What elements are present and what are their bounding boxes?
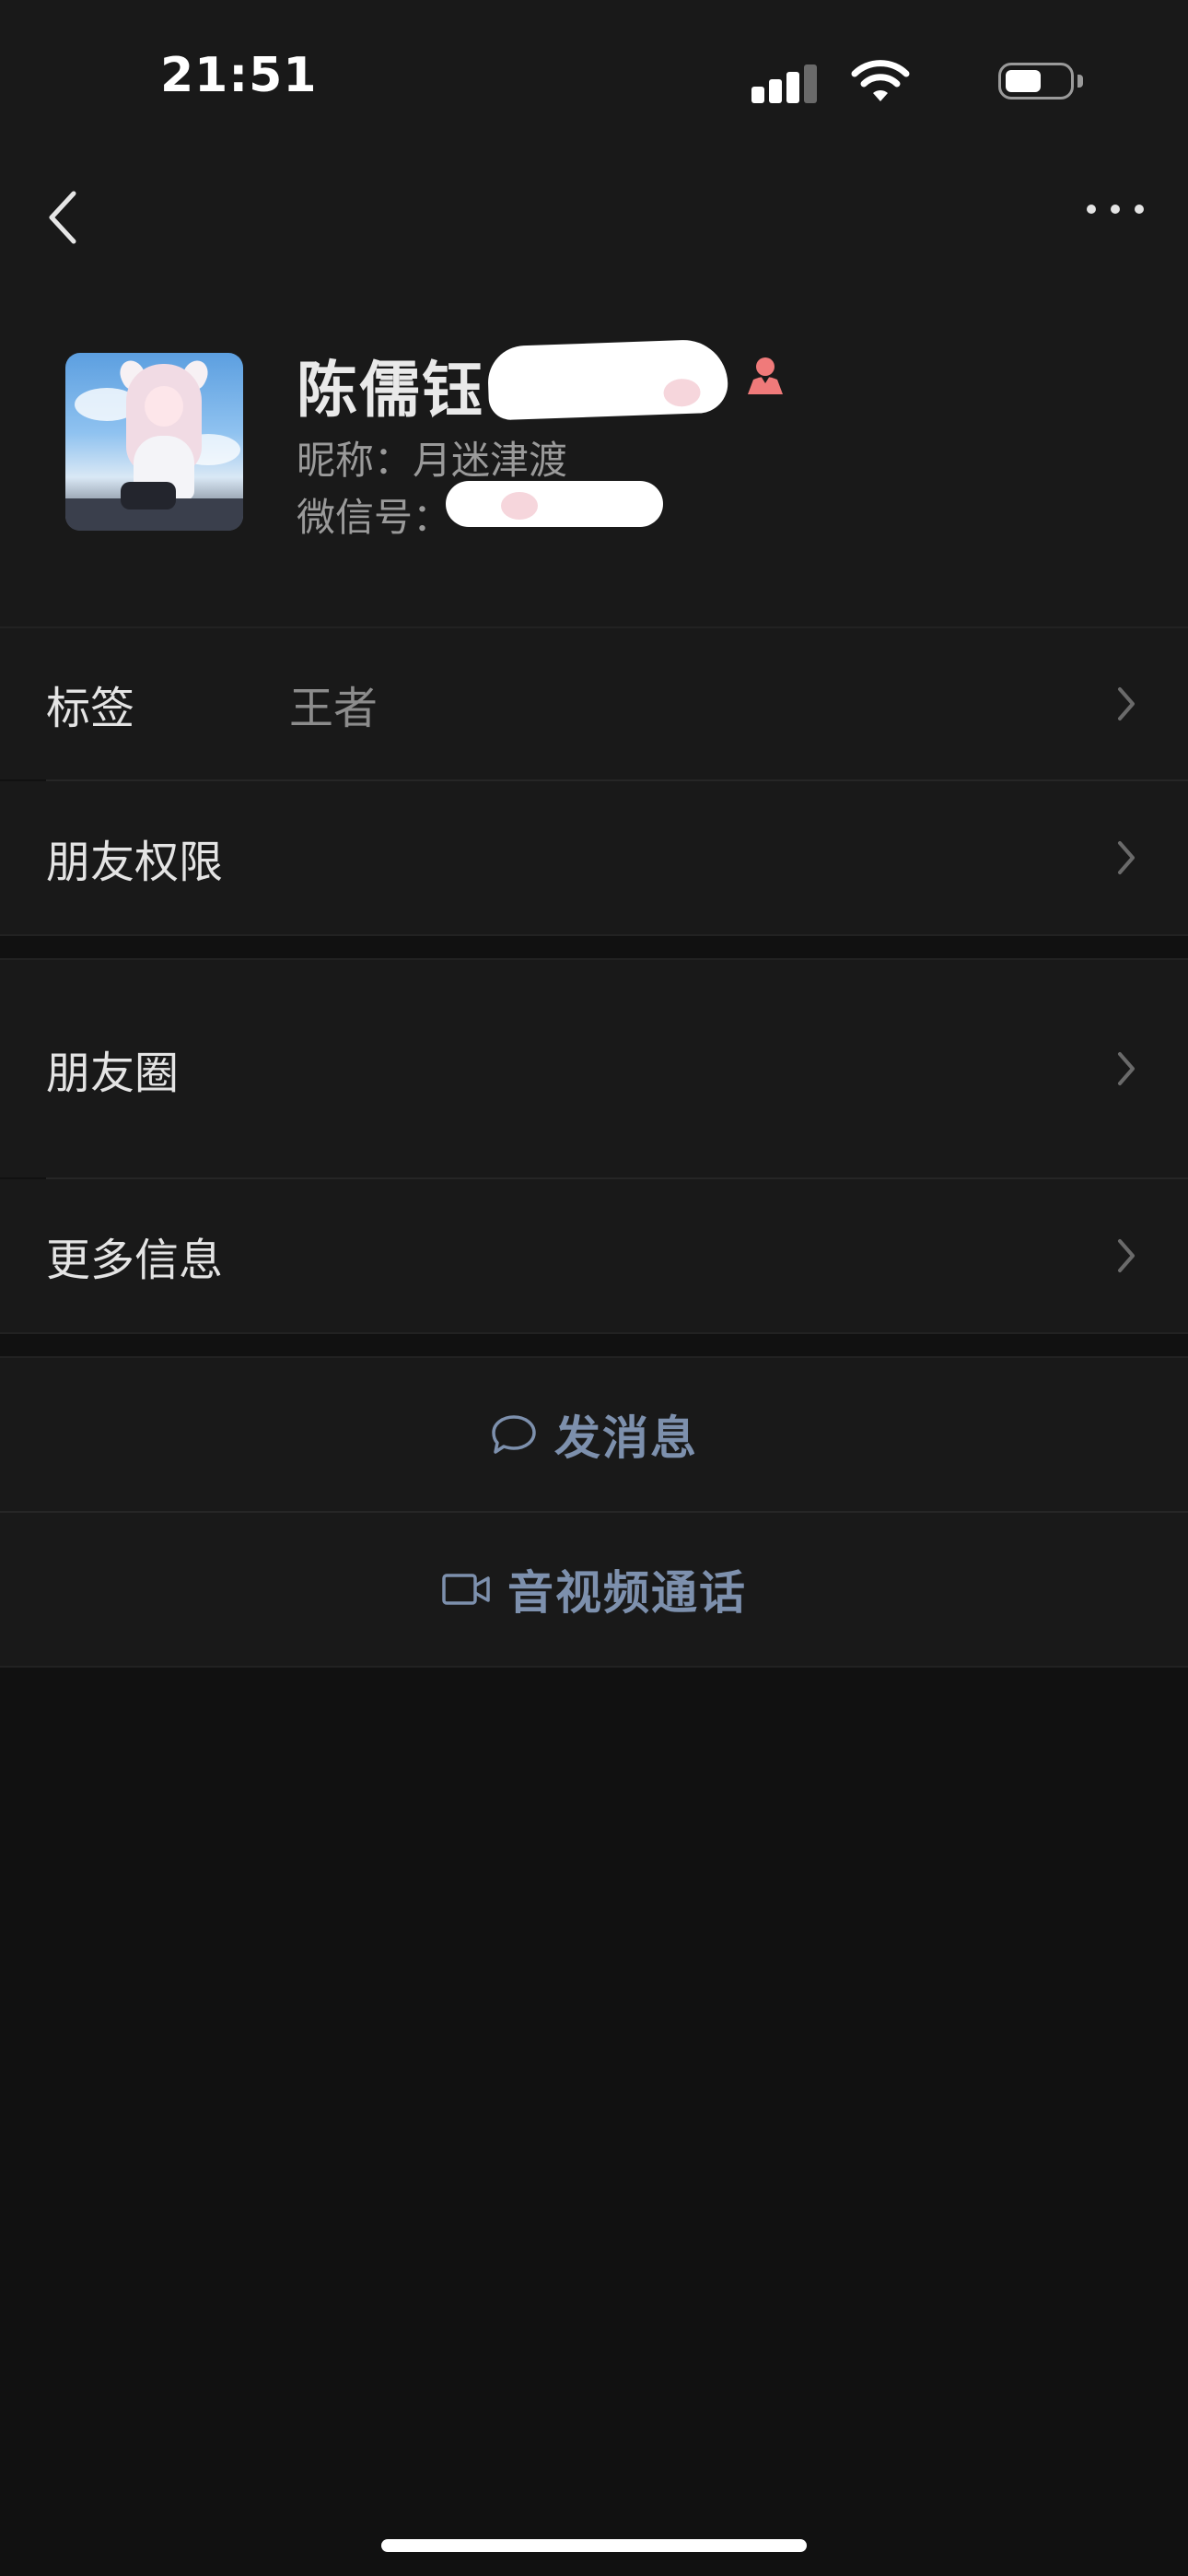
chevron-right-icon	[1118, 1052, 1135, 1085]
send-message-label: 发消息	[554, 1411, 698, 1465]
chevron-right-icon	[1118, 841, 1135, 874]
female-icon	[748, 357, 783, 394]
nav-bar	[0, 147, 1188, 276]
av-call-button[interactable]: 音视频通话	[0, 1513, 1188, 1666]
profile-header: 陈儒钰 昵称：月迷津渡 微信号：	[0, 276, 1188, 626]
row-friend-permissions-label: 朋友权限	[46, 837, 224, 888]
avatar[interactable]	[65, 353, 243, 531]
chevron-right-icon	[1118, 1239, 1135, 1272]
row-tags[interactable]: 标签 王者	[0, 628, 1188, 779]
wifi-icon	[851, 60, 910, 101]
home-indicator[interactable]	[381, 2539, 807, 2552]
battery-icon	[998, 63, 1085, 103]
status-time: 21:51	[160, 48, 318, 103]
row-more-info-label: 更多信息	[46, 1235, 224, 1286]
av-call-label: 音视频通话	[507, 1566, 747, 1620]
nickname: 昵称：月迷津渡	[297, 438, 568, 483]
status-icons	[735, 59, 1085, 103]
wechat-id: 微信号：	[297, 495, 452, 540]
redaction-mark	[486, 338, 729, 421]
cellular-signal-icon	[751, 64, 818, 103]
send-message-button[interactable]: 发消息	[0, 1358, 1188, 1511]
row-moments[interactable]: 朋友圈	[0, 960, 1188, 1177]
row-friend-permissions[interactable]: 朋友权限	[0, 781, 1188, 934]
chat-bubble-icon	[492, 1415, 536, 1454]
more-dots-icon[interactable]	[1083, 190, 1147, 227]
redaction-mark	[446, 481, 663, 527]
row-tags-value: 王者	[289, 683, 379, 734]
status-bar: 21:51	[0, 0, 1188, 147]
chevron-right-icon	[1118, 687, 1135, 720]
row-moments-label: 朋友圈	[46, 1048, 180, 1099]
display-name: 陈儒钰	[297, 355, 484, 426]
video-camera-icon	[442, 1574, 490, 1605]
row-more-info[interactable]: 更多信息	[0, 1179, 1188, 1332]
chevron-left-icon[interactable]	[41, 181, 85, 254]
row-tags-label: 标签	[46, 683, 135, 734]
